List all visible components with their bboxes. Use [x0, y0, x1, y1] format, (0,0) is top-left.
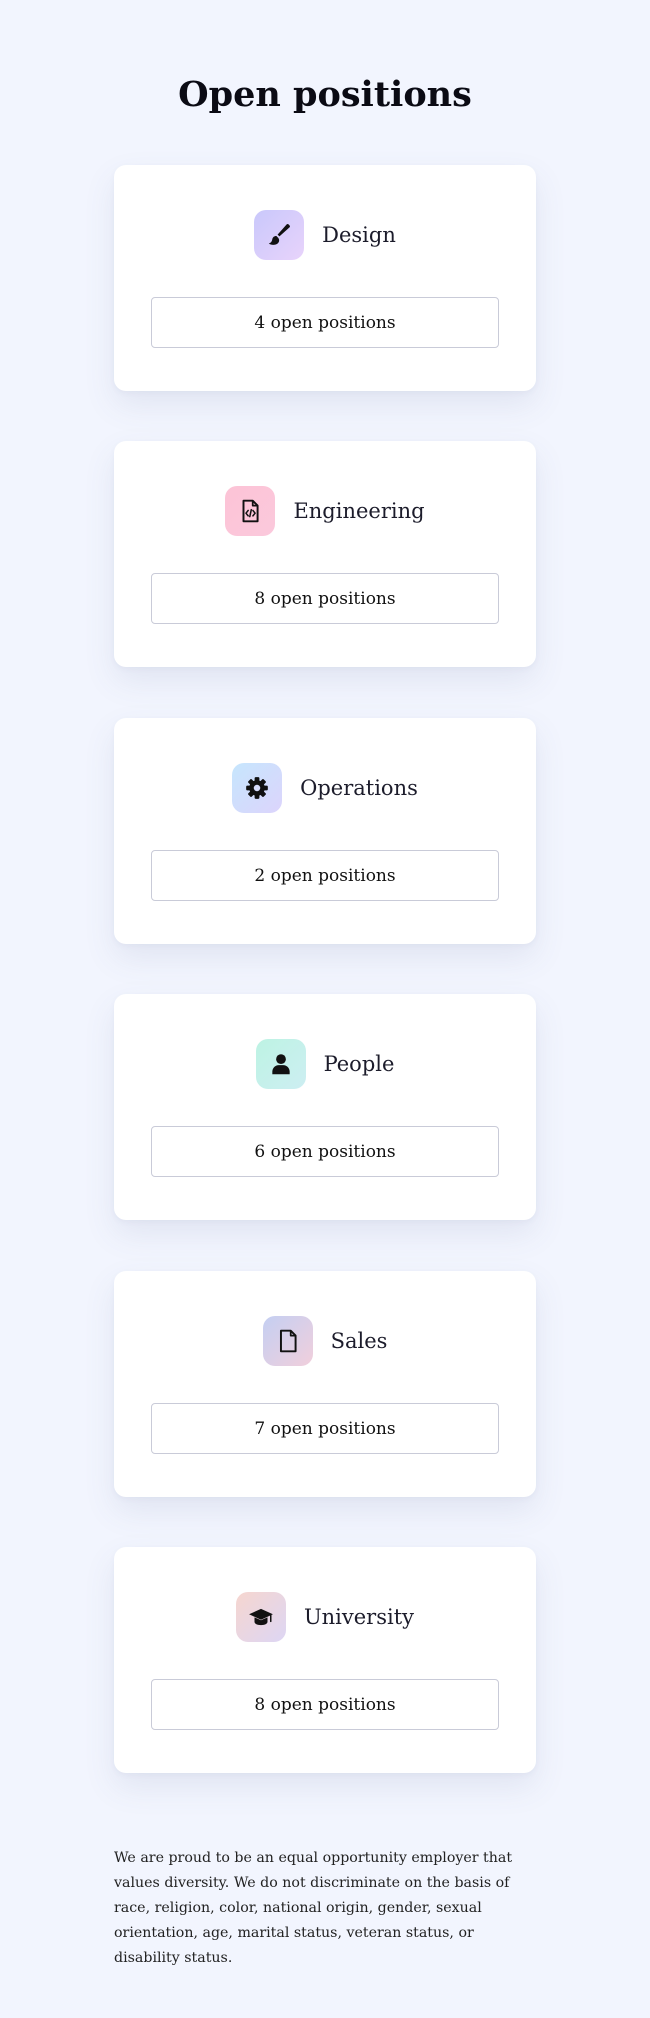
department-card-operations: Operations 2 open positions [114, 718, 536, 944]
user-icon [255, 1039, 306, 1089]
open-positions-button-design[interactable]: 4 open positions [151, 297, 499, 348]
department-card-university: University 8 open positions [114, 1547, 536, 1773]
department-header: Engineering [114, 485, 536, 537]
department-name: Engineering [293, 499, 425, 523]
department-card-design: Design 4 open positions [114, 165, 536, 391]
department-card-sales: Sales 7 open positions [114, 1271, 536, 1497]
open-positions-button-university[interactable]: 8 open positions [151, 1679, 499, 1730]
department-header: Design [114, 209, 536, 261]
open-positions-button-sales[interactable]: 7 open positions [151, 1403, 499, 1454]
gear-icon [232, 763, 283, 813]
department-card-people: People 6 open positions [114, 994, 536, 1220]
department-name: People [323, 1052, 395, 1076]
department-name: Operations [300, 776, 418, 800]
open-positions-button-engineering[interactable]: 8 open positions [151, 573, 499, 624]
page-title: Open positions [178, 74, 472, 115]
graduation-cap-icon [235, 1592, 286, 1642]
code-file-icon [225, 486, 276, 536]
department-name: Sales [330, 1329, 388, 1353]
open-positions-button-people[interactable]: 6 open positions [151, 1126, 499, 1177]
open-positions-button-operations[interactable]: 2 open positions [151, 850, 499, 901]
department-name: Design [322, 223, 396, 247]
paintbrush-icon [254, 210, 305, 260]
document-icon [262, 1316, 313, 1366]
department-header: University [114, 1591, 536, 1643]
department-card-engineering: Engineering 8 open positions [114, 441, 536, 667]
equal-opportunity-statement: We are proud to be an equal opportunity … [114, 1850, 513, 1966]
department-header: Operations [114, 762, 536, 814]
department-name: University [303, 1605, 415, 1629]
department-header: Sales [114, 1315, 536, 1367]
department-header: People [114, 1038, 536, 1090]
